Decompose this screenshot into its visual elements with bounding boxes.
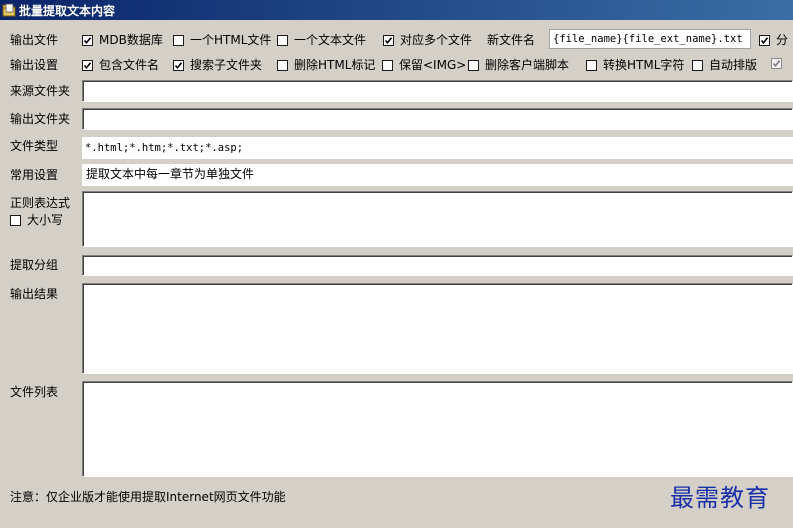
title-bar: 批量提取文本内容 [0, 0, 793, 20]
checkbox-box[interactable] [82, 34, 93, 46]
checkbox-box[interactable] [771, 58, 782, 69]
enterprise-note: 注意：仅企业版才能使用提取Internet网页文件功能 [10, 490, 286, 504]
file-list-box[interactable] [82, 381, 793, 477]
convert-html-chars-label: 转换HTML字符 [603, 58, 685, 72]
checkbox-box[interactable] [692, 59, 703, 71]
mdb-database-label: MDB数据库 [99, 33, 163, 47]
file-types-input[interactable]: *.html;*.htm;*.txt;*.asp; [82, 137, 793, 159]
output-folder-label: 输出文件夹 [10, 112, 71, 126]
checkbox-box[interactable] [277, 59, 288, 71]
output-settings-label: 输出设置 [10, 58, 59, 72]
file-types-label: 文件类型 [10, 139, 59, 153]
window-title: 批量提取文本内容 [19, 3, 116, 18]
checkbox-box[interactable] [586, 59, 597, 71]
checkbox-box[interactable] [10, 214, 21, 226]
extract-group-label: 提取分组 [10, 258, 59, 272]
file-list-label: 文件列表 [10, 385, 59, 399]
extract-group-input[interactable] [82, 255, 793, 276]
auto-format-checkbox[interactable]: 自动排版 [692, 58, 757, 72]
single-html-file-checkbox[interactable]: 一个HTML文件 [173, 33, 271, 47]
common-settings-select[interactable]: 提取文本中每一章节为单独文件 [82, 164, 793, 186]
output-result-label: 输出结果 [10, 287, 59, 301]
checkbox-box[interactable] [173, 34, 184, 46]
keep-img-label: 保留<IMG> [399, 58, 467, 72]
common-settings-label: 常用设置 [10, 168, 59, 182]
regex-textarea[interactable] [82, 191, 793, 247]
output-file-label: 输出文件 [10, 33, 59, 47]
single-html-file-label: 一个HTML文件 [190, 33, 272, 47]
output-folder-input[interactable] [82, 108, 793, 130]
search-subfolders-label: 搜索子文件夹 [190, 58, 263, 72]
split-checkbox[interactable]: 分 [759, 33, 788, 47]
app-icon [2, 3, 16, 17]
checkbox-box[interactable] [383, 34, 394, 46]
remove-client-script-label: 删除客户端脚本 [485, 58, 570, 72]
source-folder-label: 来源文件夹 [10, 84, 71, 98]
single-text-file-checkbox[interactable]: 一个文本文件 [277, 33, 366, 47]
checkbox-box[interactable] [468, 59, 479, 71]
checkbox-box[interactable] [277, 34, 288, 46]
new-filename-label: 新文件名 [487, 33, 536, 47]
search-subfolders-checkbox[interactable]: 搜索子文件夹 [173, 58, 262, 72]
include-filename-label: 包含文件名 [99, 58, 160, 72]
case-sensitive-label: 大小写 [27, 213, 64, 227]
new-filename-input[interactable]: {file_name}{file_ext_name}.txt [549, 29, 751, 49]
mdb-database-checkbox[interactable]: MDB数据库 [82, 33, 163, 47]
split-label: 分 [776, 33, 789, 47]
checkbox-box[interactable] [382, 59, 393, 71]
multiple-files-checkbox[interactable]: 对应多个文件 [383, 33, 472, 47]
remove-html-tags-checkbox[interactable]: 删除HTML标记 [277, 58, 375, 72]
output-result-textarea[interactable] [82, 283, 793, 374]
single-text-file-label: 一个文本文件 [294, 33, 367, 47]
auto-format-label: 自动排版 [709, 58, 758, 72]
case-sensitive-checkbox[interactable]: 大小写 [10, 213, 63, 227]
remove-html-tags-label: 删除HTML标记 [294, 58, 376, 72]
regex-label: 正则表达式 [10, 196, 71, 210]
checkbox-box[interactable] [759, 34, 770, 46]
source-folder-input[interactable] [82, 80, 793, 102]
multiple-files-label: 对应多个文件 [400, 33, 473, 47]
checkbox-box[interactable] [82, 59, 93, 71]
keep-img-checkbox[interactable]: 保留<IMG> [382, 58, 466, 72]
extra-option-checkbox[interactable] [771, 58, 788, 69]
include-filename-checkbox[interactable]: 包含文件名 [82, 58, 159, 72]
watermark-text: 最需教育 [670, 484, 770, 512]
remove-client-script-checkbox[interactable]: 删除客户端脚本 [468, 58, 569, 72]
convert-html-chars-checkbox[interactable]: 转换HTML字符 [586, 58, 684, 72]
checkbox-box[interactable] [173, 59, 184, 71]
